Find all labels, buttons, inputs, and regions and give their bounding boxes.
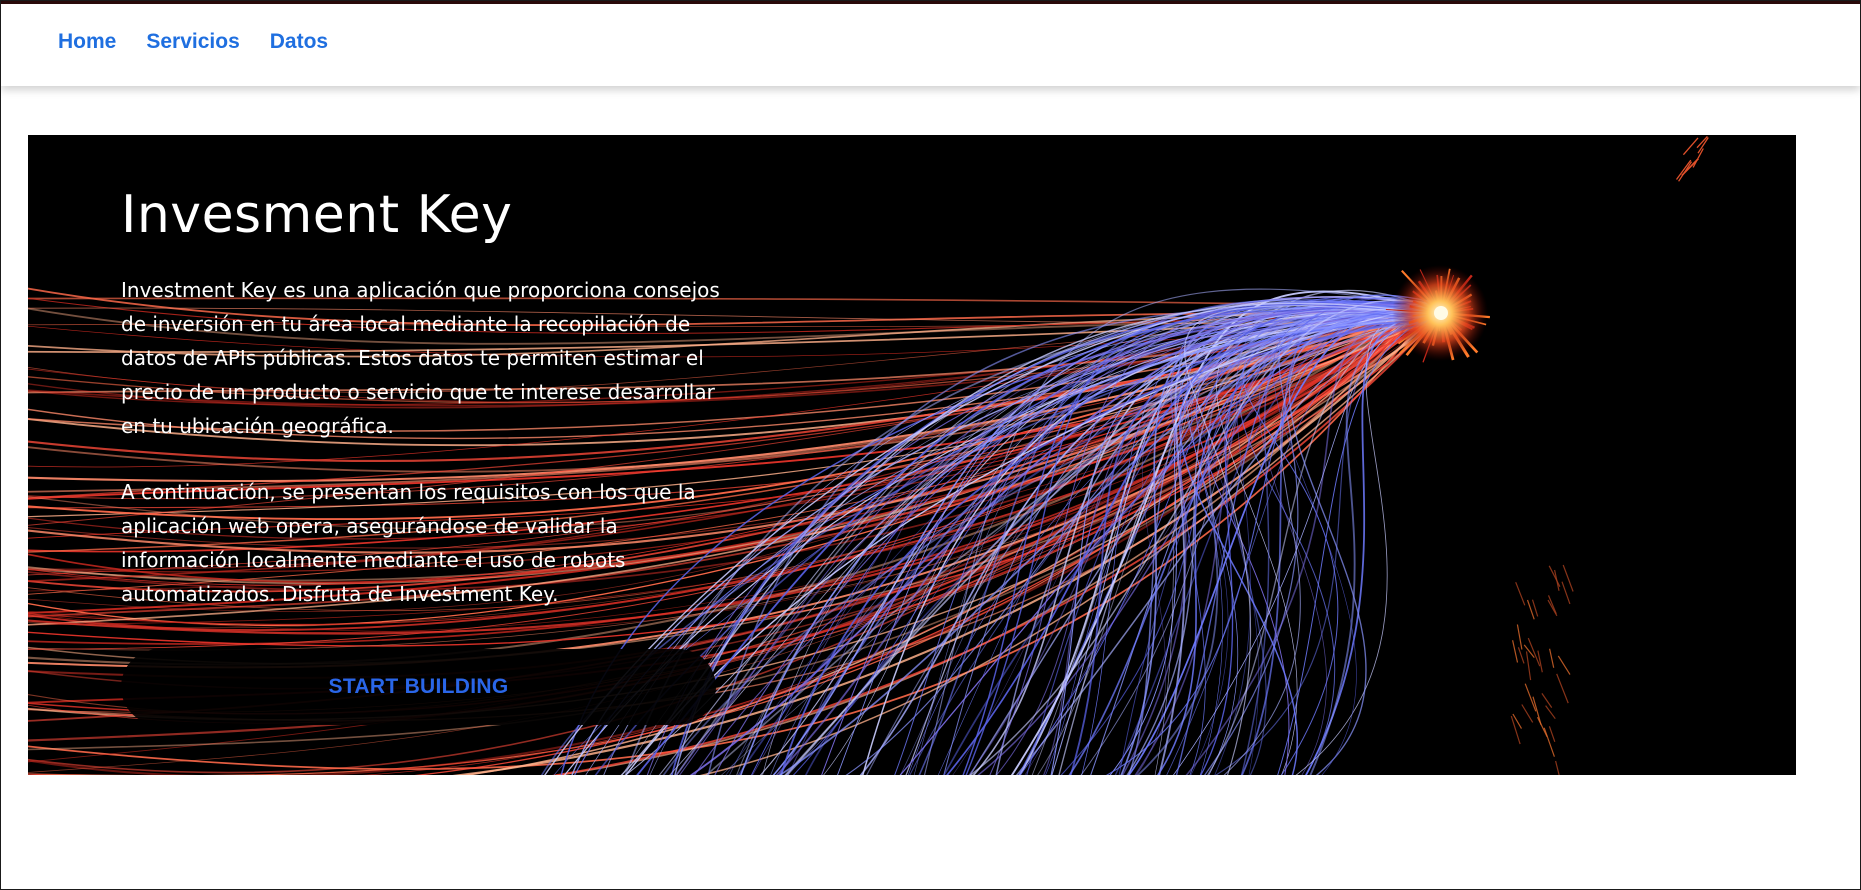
ember-streak <box>1692 148 1704 168</box>
nav-list: Home Servicios Datos <box>1 4 1860 80</box>
browser-viewport: Home Servicios Datos Invesment Key Inves… <box>0 0 1861 890</box>
hero-description-1: Investment Key es una aplicación que pro… <box>121 278 720 438</box>
ember-streak <box>1515 581 1526 606</box>
ember-streak <box>1510 715 1521 745</box>
ember-streak <box>1675 159 1692 180</box>
ember-streak <box>1549 648 1555 668</box>
ember-streak <box>1555 760 1560 775</box>
hero-banner: Invesment Key Investment Key es una apli… <box>28 135 1796 775</box>
ember-streak <box>1523 644 1535 658</box>
ember-streak <box>1561 581 1571 605</box>
ember-streak <box>1537 650 1543 673</box>
ember-streak <box>1525 651 1532 681</box>
ember-streak <box>1521 704 1534 723</box>
hero-description-2: A continuación, se presentan los requisi… <box>121 480 696 606</box>
top-navbar: Home Servicios Datos <box>1 4 1860 86</box>
ember-streak <box>1512 640 1519 663</box>
ember-streak <box>1678 161 1693 182</box>
start-building-button[interactable]: START BUILDING <box>121 649 716 725</box>
hero-content: Invesment Key Investment Key es una apli… <box>121 185 741 725</box>
ember-streak <box>1556 673 1569 704</box>
nav-link-datos[interactable]: Datos <box>270 30 328 53</box>
ember-streak <box>1536 716 1548 738</box>
ember-streak <box>1548 565 1561 587</box>
blue-trail <box>1242 306 1442 775</box>
ember-streak <box>1547 595 1557 615</box>
ember-streak <box>1682 137 1699 156</box>
ember-streak <box>1557 655 1571 675</box>
ember-streak <box>1543 727 1555 757</box>
ember-streak <box>1532 696 1542 726</box>
side-ember-streaks <box>1510 135 1709 775</box>
hero-title: Invesment Key <box>121 185 513 245</box>
ember-streak <box>1516 624 1523 650</box>
ember-streak <box>1524 683 1537 712</box>
ember-streak <box>1531 599 1539 617</box>
nav-link-home[interactable]: Home <box>58 30 116 53</box>
ember-streak <box>1517 647 1525 664</box>
nav-link-servicios[interactable]: Servicios <box>146 30 239 53</box>
ember-streak <box>1554 569 1560 591</box>
ember-streak <box>1545 705 1556 720</box>
ember-streak <box>1541 693 1553 708</box>
burst-core <box>1434 306 1448 320</box>
ember-streak <box>1548 726 1556 742</box>
